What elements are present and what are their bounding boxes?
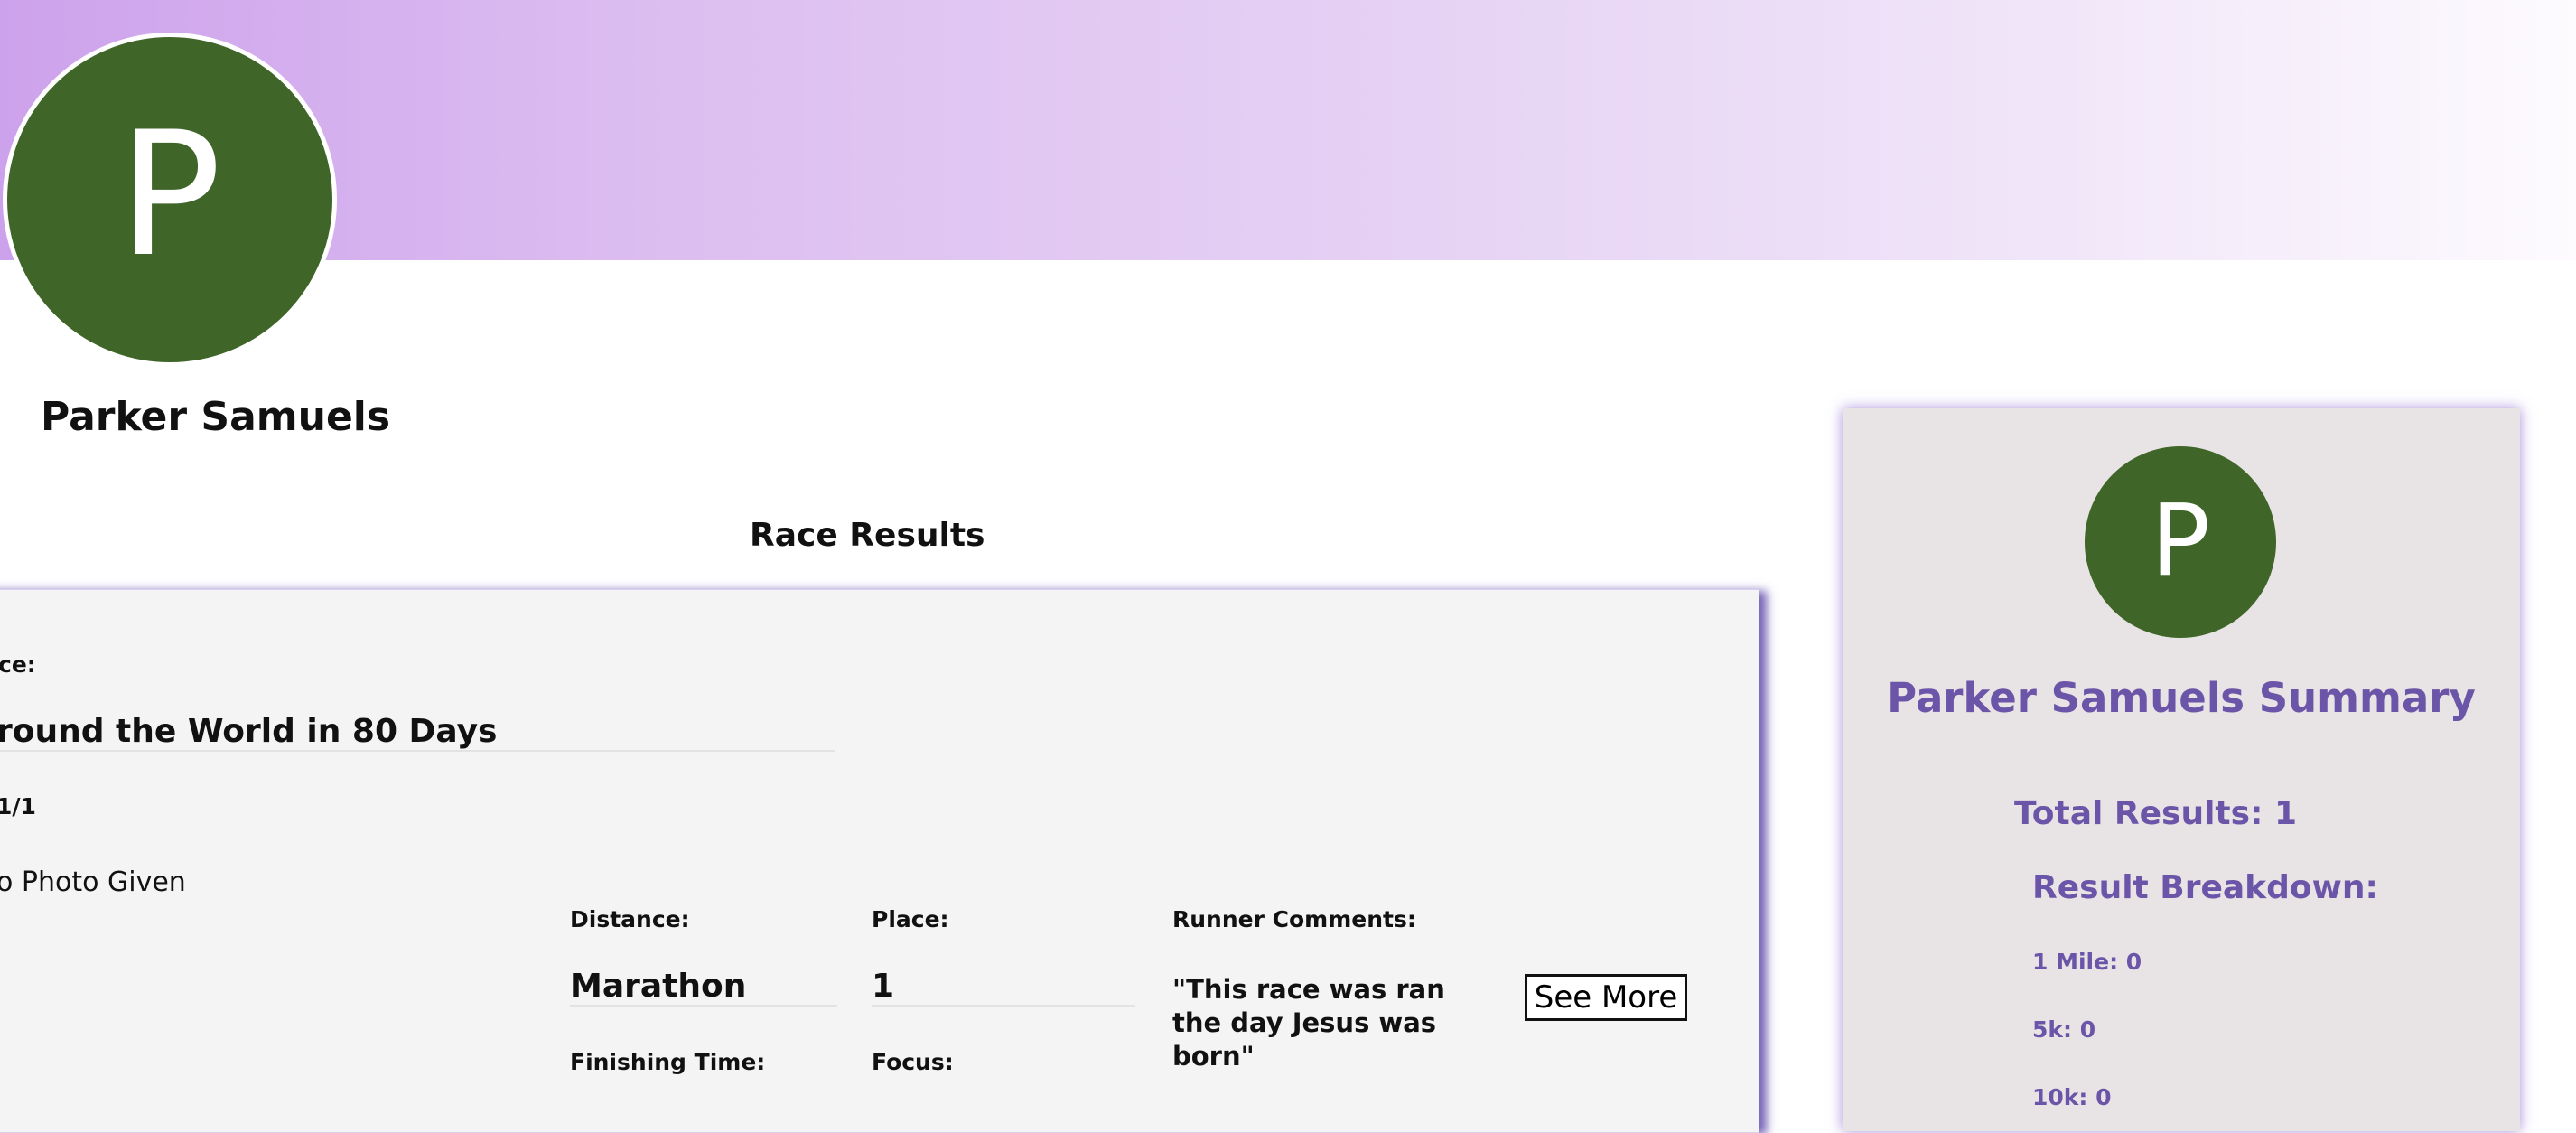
distance-value: Marathon xyxy=(570,968,837,1007)
summary-avatar-initial: P xyxy=(2150,482,2211,598)
race-results-heading: Race Results xyxy=(750,517,985,554)
race-photo-status: o Photo Given xyxy=(0,866,186,898)
profile-avatar: P xyxy=(3,33,337,367)
breakdown-item: 5k: 0 xyxy=(2032,1016,2096,1043)
runner-comments-label: Runner Comments: xyxy=(1172,906,1416,932)
see-more-button[interactable]: See More xyxy=(1525,974,1687,1021)
place-value: 1 xyxy=(872,968,1135,1007)
avatar-initial: P xyxy=(117,95,222,295)
summary-title: Parker Samuels Summary xyxy=(1887,674,2476,722)
total-results: Total Results: 1 xyxy=(2014,795,2298,832)
profile-banner xyxy=(0,0,2576,260)
distance-label: Distance: xyxy=(570,906,690,932)
race-label: ce: xyxy=(0,651,36,678)
race-date: 1/1 xyxy=(0,793,36,819)
profile-name: Parker Samuels xyxy=(41,394,391,440)
result-breakdown-label: Result Breakdown: xyxy=(2032,869,2378,906)
focus-label: Focus: xyxy=(872,1049,954,1075)
runner-comments: "This race was ran the day Jesus was bor… xyxy=(1172,974,1445,1072)
summary-avatar: P xyxy=(2085,446,2276,638)
breakdown-item: 1 Mile: 0 xyxy=(2032,949,2142,975)
finishing-time-label: Finishing Time: xyxy=(570,1049,766,1075)
place-label: Place: xyxy=(872,906,949,932)
race-name: round the World in 80 Days xyxy=(0,713,835,752)
breakdown-item: 10k: 0 xyxy=(2032,1084,2112,1110)
